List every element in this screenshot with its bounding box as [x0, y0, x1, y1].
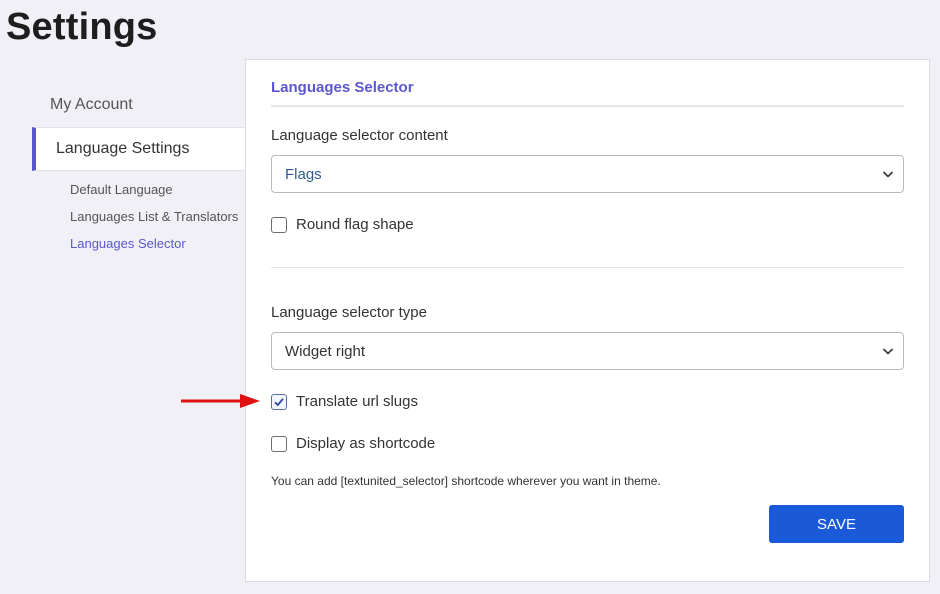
settings-panel: Languages Selector Language selector con…	[245, 59, 930, 582]
shortcode-checkbox[interactable]	[271, 435, 287, 452]
section-divider	[271, 267, 904, 268]
subnav-item-default-language[interactable]: Default Language	[70, 181, 246, 208]
chevron-down-icon	[882, 348, 894, 355]
round-flag-option[interactable]: Round flag shape	[271, 216, 414, 233]
shortcode-option[interactable]: Display as shortcode	[271, 435, 435, 452]
shortcode-hint: You can add [textunited_selector] shortc…	[271, 474, 661, 488]
translate-slugs-checkbox[interactable]	[271, 393, 287, 410]
chevron-down-icon	[882, 171, 894, 178]
sidebar-item-language-settings[interactable]: Language Settings	[32, 127, 247, 171]
checkmark-icon	[274, 397, 284, 406]
sidebar: My Account Language Settings Default Lan…	[32, 84, 247, 262]
translate-slugs-label: Translate url slugs	[296, 393, 418, 410]
translate-slugs-option[interactable]: Translate url slugs	[271, 393, 418, 410]
subnav-item-languages-list[interactable]: Languages List & Translators	[70, 208, 246, 235]
page-title: Settings	[6, 6, 158, 48]
section-title: Languages Selector	[271, 79, 414, 96]
round-flag-label: Round flag shape	[296, 216, 414, 233]
type-select-value: Widget right	[285, 342, 366, 360]
subnav-item-languages-selector[interactable]: Languages Selector	[70, 235, 246, 262]
save-button[interactable]: SAVE	[769, 505, 904, 543]
type-select[interactable]: Widget right	[271, 332, 904, 370]
content-field-label: Language selector content	[271, 127, 448, 144]
title-divider	[271, 105, 904, 107]
type-field-label: Language selector type	[271, 304, 427, 321]
sidebar-item-my-account[interactable]: My Account	[32, 84, 246, 127]
content-select-value: Flags	[285, 165, 322, 183]
shortcode-label: Display as shortcode	[296, 435, 436, 452]
red-arrow-icon	[181, 394, 260, 408]
round-flag-checkbox[interactable]	[271, 216, 287, 233]
sidebar-subnav: Default Language Languages List & Transl…	[32, 171, 246, 262]
content-select[interactable]: Flags	[271, 155, 904, 193]
